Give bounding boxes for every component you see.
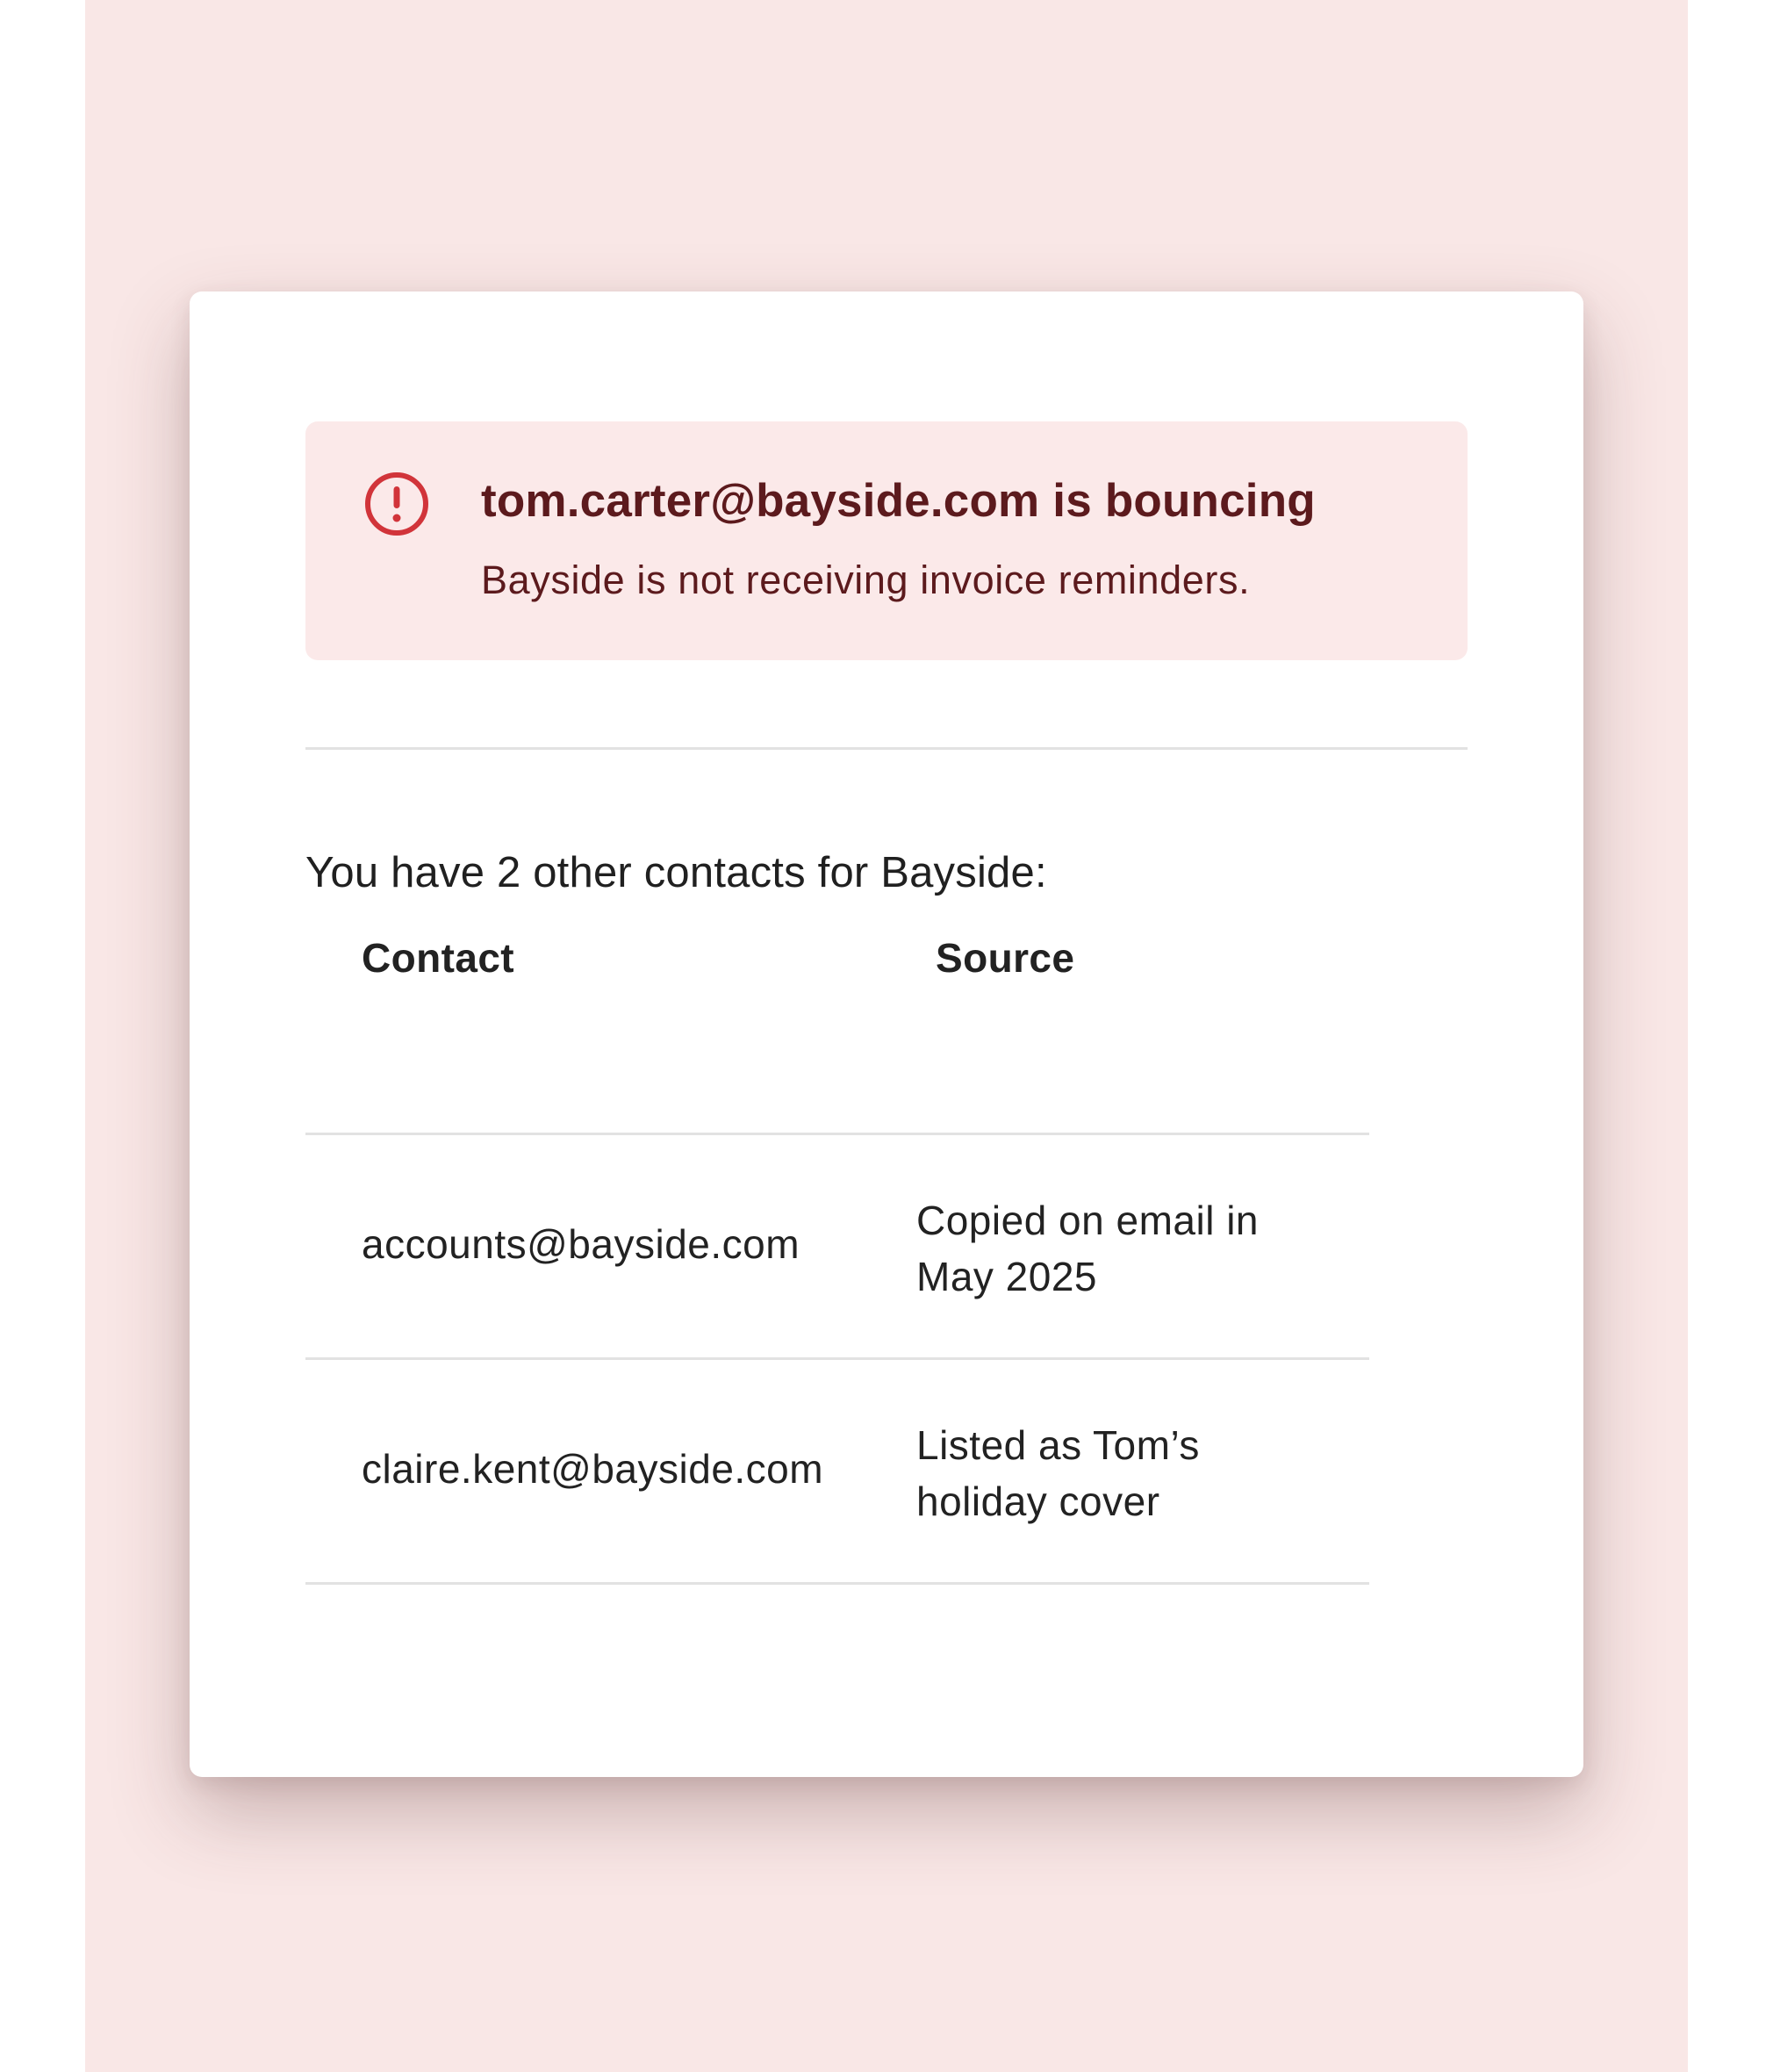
- table-bottom-rule: [305, 1582, 1369, 1585]
- column-header-source: Source: [936, 935, 1075, 981]
- contacts-table: Contact Source accounts@bayside.com Copi…: [190, 291, 1583, 1777]
- table-row-1-contact: accounts@bayside.com: [362, 1221, 800, 1267]
- table-row-2-contact: claire.kent@bayside.com: [362, 1446, 824, 1492]
- table-row-1-source: Copied on email in May 2025: [916, 1198, 1260, 1299]
- table-header-rule: [305, 1133, 1369, 1135]
- table-row-2-source: Listed as Tom’s holiday cover: [916, 1422, 1200, 1524]
- table-row-rule: [305, 1357, 1369, 1360]
- column-header-contact: Contact: [362, 935, 515, 981]
